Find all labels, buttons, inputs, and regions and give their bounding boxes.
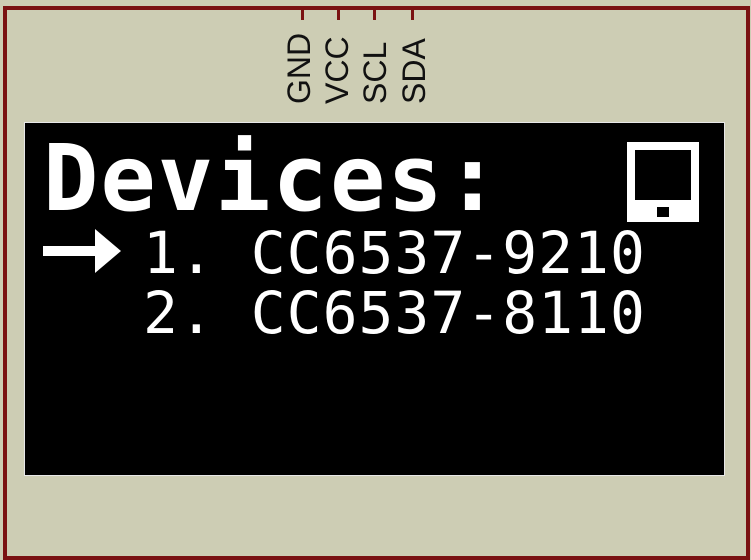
oled-screen: Devices: 1. CC6537-9210 2. CC6537-8110 (24, 122, 725, 476)
pin-stub-gnd (301, 10, 304, 20)
device-icon-indicator (657, 207, 669, 217)
pin-stub-scl (373, 10, 376, 20)
pin-label-vcc: VCC (319, 36, 355, 104)
pin-label-sda: SDA (396, 38, 432, 104)
device-list-item-2[interactable]: 2. CC6537-8110 (143, 283, 646, 343)
selection-arrow-icon (43, 229, 121, 273)
pin-label-gnd: GND (281, 32, 317, 104)
device-list-item-1[interactable]: 1. CC6537-9210 (143, 223, 646, 283)
device-icon (627, 142, 699, 222)
pin-stub-sda (411, 10, 414, 20)
screen-title: Devices: (43, 125, 503, 232)
pin-stub-vcc (337, 10, 340, 20)
pin-label-scl: SCL (357, 41, 393, 104)
